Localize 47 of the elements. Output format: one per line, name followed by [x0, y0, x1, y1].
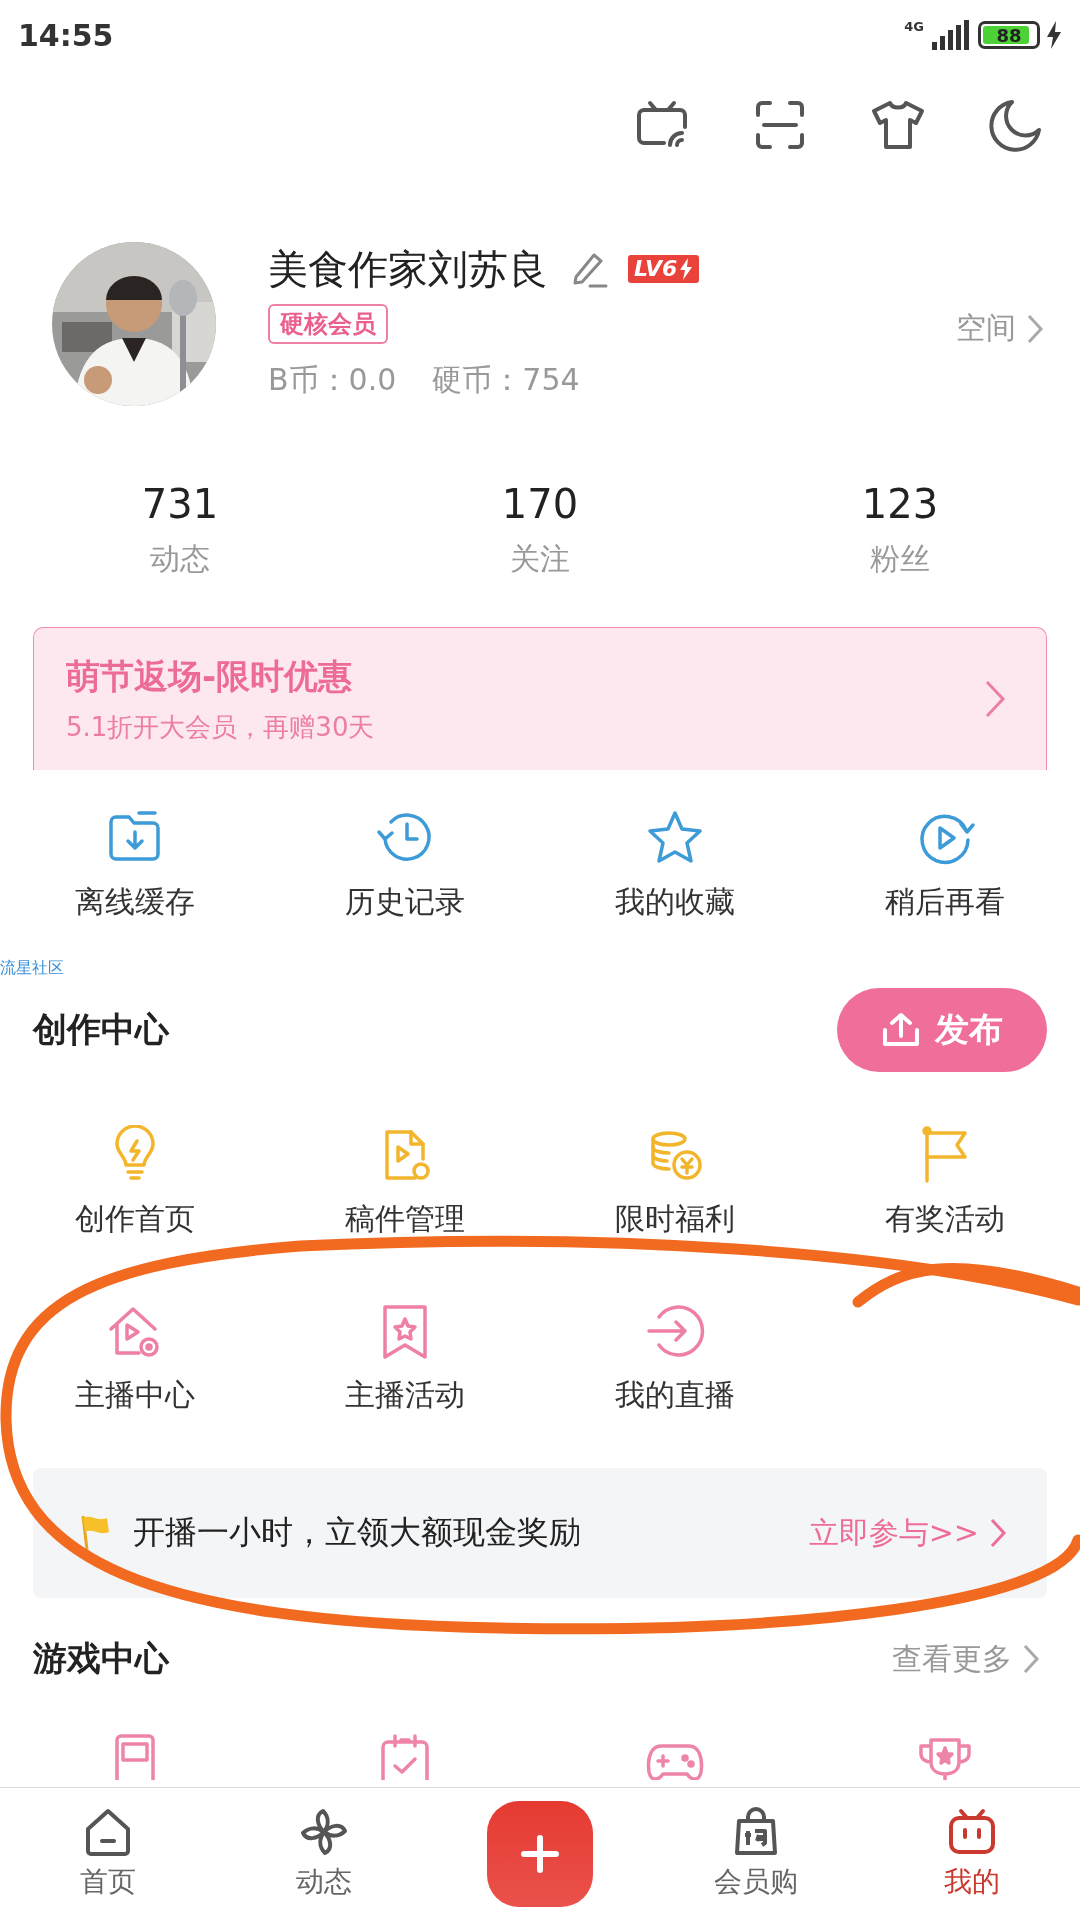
- live-tip-text: 开播一小时，立领大额现金奖励: [133, 1512, 582, 1553]
- banner-subtitle: 5.1折开大会员，再赠30天: [66, 710, 375, 744]
- nav-tab[interactable]: 首页: [0, 1807, 216, 1901]
- menu-item[interactable]: 历史记录: [270, 770, 540, 960]
- lightning-icon: [679, 258, 694, 280]
- chevron-right-icon: [989, 1517, 1007, 1549]
- banner-title: 萌节返场-限时优惠: [66, 654, 354, 698]
- section-title: 创作中心: [33, 1008, 169, 1051]
- stat-count[interactable]: 731: [141, 480, 219, 527]
- nav-tab[interactable]: 动态: [216, 1807, 432, 1901]
- clock: 14:55: [18, 17, 114, 53]
- chevron-right-icon: [984, 679, 1006, 719]
- b-coin-balance: B币：0.0: [268, 361, 397, 399]
- community-label: 流星社区: [0, 958, 64, 977]
- menu-item[interactable]: 限时福利: [540, 1094, 810, 1270]
- menu-item[interactable]: 离线缓存: [0, 770, 270, 960]
- chevron-right-icon: [1026, 312, 1044, 345]
- plus-icon: [520, 1834, 560, 1874]
- signal-icon: [930, 20, 972, 50]
- menu-item[interactable]: 稍后再看: [810, 770, 1080, 960]
- tv-icon: [947, 1807, 997, 1857]
- charging-icon: [1046, 21, 1062, 49]
- user-name: 美食作家刘苏良: [268, 244, 548, 294]
- nav-tab[interactable]: 我的: [864, 1807, 1080, 1901]
- upload-icon: [881, 1012, 921, 1048]
- stat-count[interactable]: 123: [861, 480, 939, 527]
- level-badge: LV6: [628, 255, 700, 283]
- menu-item[interactable]: 创作首页: [0, 1094, 270, 1270]
- nav-tab[interactable]: 会员购: [648, 1807, 864, 1901]
- coin-balance: 硬币：754: [432, 361, 580, 399]
- menu-item[interactable]: 主播活动: [270, 1270, 540, 1446]
- network-label: 4G: [904, 18, 924, 34]
- add-button[interactable]: [487, 1801, 593, 1907]
- menu-item[interactable]: 主播中心: [0, 1270, 270, 1446]
- flag-icon: [79, 1514, 111, 1552]
- battery-level: 88: [996, 24, 1022, 46]
- pinwheel-icon: [299, 1807, 349, 1857]
- menu-item[interactable]: 有奖活动: [810, 1094, 1080, 1270]
- menu-item[interactable]: 我的直播: [540, 1270, 810, 1446]
- section-title: 游戏中心: [33, 1637, 169, 1680]
- moon-icon[interactable]: [988, 97, 1044, 153]
- menu-item[interactable]: 我的收藏: [540, 770, 810, 960]
- menu-item[interactable]: 稿件管理: [270, 1094, 540, 1270]
- home-icon: [83, 1807, 133, 1857]
- stat-count[interactable]: 170: [501, 480, 579, 527]
- chevron-right-icon: [1022, 1643, 1040, 1675]
- vip-tag: 硬核会员: [268, 304, 388, 344]
